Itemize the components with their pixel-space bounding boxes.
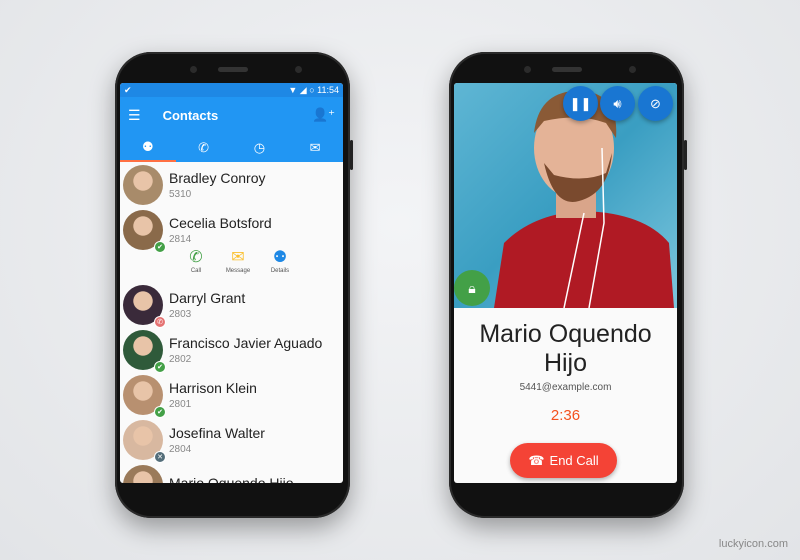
action-label: Details (270, 268, 290, 274)
contact-row[interactable]: ✔ Harrison Klein 2801 (120, 372, 343, 418)
avatar: ✔ (123, 209, 166, 253)
speaker-button[interactable]: 🔊︎ (600, 86, 635, 121)
message-action-button[interactable]: ✉ Message (222, 248, 254, 282)
contact-name: Francisco Javier Aguado (169, 334, 323, 351)
sensor (190, 66, 197, 73)
status-time: 11:54 (317, 84, 339, 95)
status-available-icon: ✔ (154, 405, 166, 418)
tab-call-transfer[interactable]: ✆ (176, 133, 232, 162)
volume-button (684, 140, 687, 170)
tab-history[interactable]: ◷ (232, 133, 288, 162)
contact-number: 5310 (169, 188, 192, 200)
contact-actions: ✆ Call ✉ Message ⚉ Details (120, 248, 343, 282)
person-icon: ⚉ (142, 138, 154, 154)
lock-icon: 🔒︎ (468, 279, 476, 296)
contact-name: Harrison Klein (169, 379, 257, 396)
avatar (123, 464, 163, 483)
contact-number: 2803 (169, 308, 192, 320)
tab-messages[interactable]: ✉ (287, 133, 343, 162)
contact-row[interactable]: Bradley Conroy 5310 (120, 162, 343, 207)
end-call-button[interactable]: ☎ End Call (510, 443, 617, 478)
contact-row[interactable]: ✔ Cecelia Botsford 2814 (120, 207, 343, 253)
pause-icon: ❚❚ (569, 95, 592, 111)
volume-icon: 🔊︎ (613, 95, 622, 111)
status-bar: ✔ ▼ ◢ ○ 11:54 (120, 83, 343, 97)
contact-row[interactable]: ✕ Josefina Walter 2804 (120, 417, 343, 463)
phone-forward-icon: ✆ (198, 139, 210, 155)
contact-name: Josefina Walter (169, 424, 265, 441)
call-duration: 2:36 (550, 407, 581, 424)
avatar: ✔ (123, 374, 166, 418)
status-available-icon: ✔ (154, 360, 166, 373)
contact-number: 2801 (169, 398, 192, 410)
caller-name: Mario Oquendo Hijo (479, 320, 652, 377)
page-title: Contacts (162, 107, 219, 123)
mute-button[interactable]: ⊘ (638, 86, 673, 121)
contact-name: Darryl Grant (169, 289, 246, 306)
lock-button[interactable]: 🔒︎ (454, 270, 490, 306)
add-contact-icon[interactable]: 👤⁺ (312, 107, 335, 123)
caller-email: 5441@example.com (519, 382, 612, 393)
contact-row[interactable]: Mario Oquendo Hijo (120, 462, 343, 483)
contact-row[interactable]: ✆ Darryl Grant 2803 (120, 282, 343, 328)
speaker (217, 67, 248, 72)
contact-number: 2804 (169, 443, 192, 455)
hangup-icon: ☎ (528, 452, 545, 468)
sensor (524, 66, 531, 73)
wifi-icon: ▼ (288, 84, 298, 95)
avatar: ✔ (123, 329, 166, 373)
check-notification-icon: ✔ (124, 84, 132, 95)
tab-contacts[interactable]: ⚉ (120, 133, 176, 162)
caller-photo: ❚❚ 🔊︎ ⊘ 🔒︎ (454, 83, 677, 308)
status-available-icon: ✔ (154, 240, 166, 253)
avatar (123, 164, 163, 205)
status-offline-icon: ✕ (154, 450, 166, 463)
contact-number: 2802 (169, 353, 192, 365)
watermark: luckyicon.com (718, 538, 788, 550)
volume-button (350, 140, 353, 170)
mic-off-icon: ⊘ (650, 95, 661, 111)
avatar: ✆ (123, 284, 166, 328)
app-bar: ☰ Contacts 👤⁺ (120, 97, 343, 133)
action-label: Call (190, 268, 202, 274)
details-action-button[interactable]: ⚉ Details (264, 248, 296, 282)
phone-call: ❚❚ 🔊︎ ⊘ 🔒︎ Mario Oquendo Hijo 5441@exampl… (449, 52, 687, 518)
hold-button[interactable]: ❚❚ (563, 86, 598, 121)
action-label: Message (225, 268, 251, 274)
tab-bar: ⚉ ✆ ◷ ✉ (120, 133, 343, 162)
clock-icon: ◷ (253, 139, 266, 155)
status-on-call-icon: ✆ (154, 315, 166, 328)
mail-icon: ✉ (309, 139, 321, 155)
contact-list: Bradley Conroy 5310 ✔ Cecelia Botsford 2814 ✆… (120, 162, 343, 483)
end-call-label: End Call (549, 453, 599, 468)
speaker (551, 67, 582, 72)
avatar: ✕ (123, 419, 166, 463)
front-camera (629, 66, 636, 73)
phone-contacts: ✔ ▼ ◢ ○ 11:54 ☰ Contacts 👤⁺ ⚉ ✆ ◷ ✉ Brad… (115, 52, 353, 518)
menu-icon[interactable]: ☰ (128, 107, 141, 124)
contact-number: 2814 (169, 233, 192, 245)
call-action-button[interactable]: ✆ Call (180, 248, 212, 282)
contact-row[interactable]: ✔ Francisco Javier Aguado 2802 (120, 327, 343, 373)
contact-name: Cecelia Botsford (169, 214, 272, 231)
contact-name: Mario Oquendo Hijo (169, 475, 294, 483)
front-camera (295, 66, 302, 73)
contact-name: Bradley Conroy (169, 169, 266, 186)
